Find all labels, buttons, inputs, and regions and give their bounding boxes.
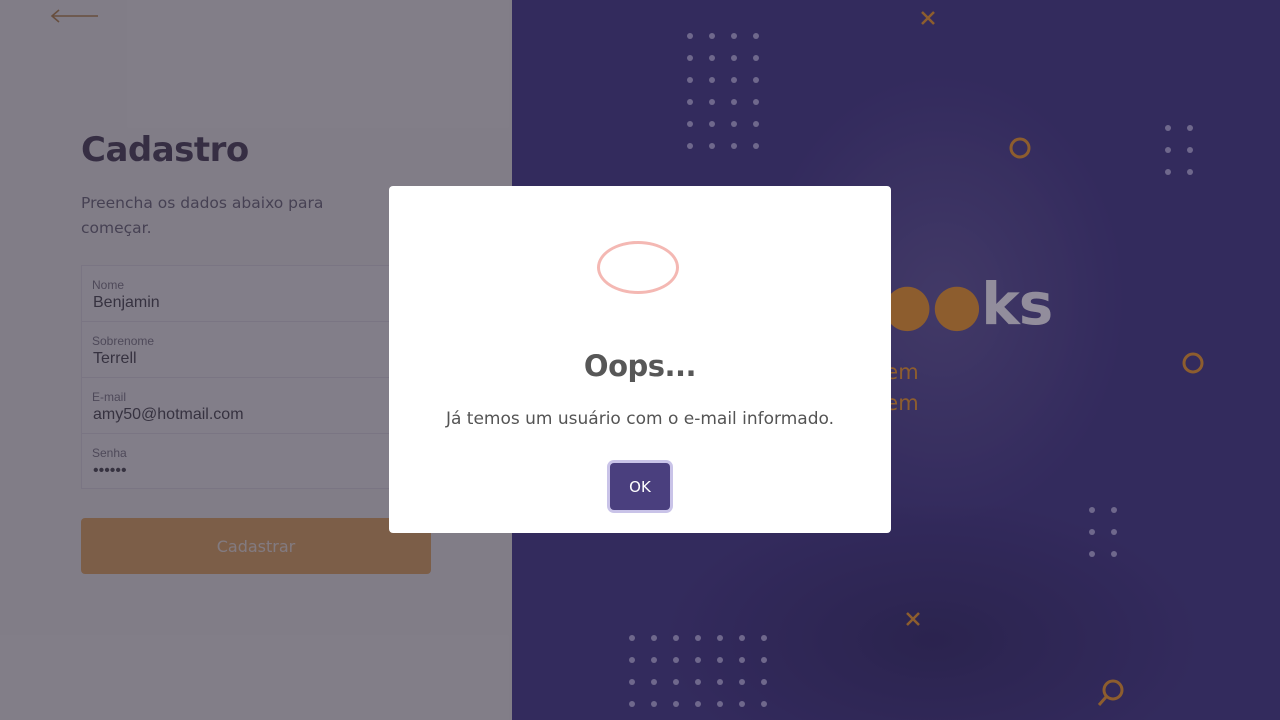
ok-button[interactable]: OK — [610, 463, 670, 510]
error-dialog: Oops... Já temos um usuário com o e-mail… — [389, 186, 891, 533]
dialog-title: Oops... — [583, 349, 697, 383]
dialog-message: Já temos um usuário com o e-mail informa… — [445, 409, 835, 429]
error-icon — [597, 241, 679, 294]
